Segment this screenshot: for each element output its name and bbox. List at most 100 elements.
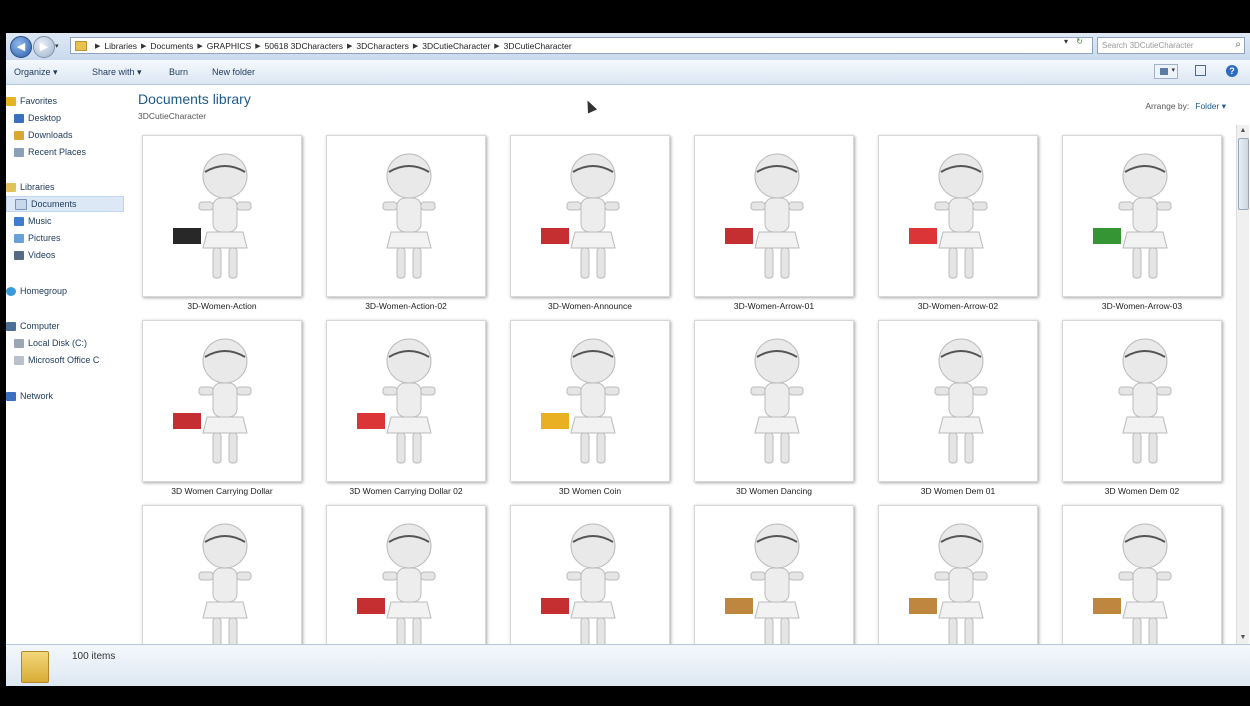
arrange-dropdown[interactable]: Folder ▾ <box>1195 101 1226 111</box>
file-tile[interactable]: 3D Women Dem 02 <box>1062 320 1222 500</box>
thumbnail-image <box>1062 320 1222 482</box>
chevron-right-icon[interactable]: ▶ <box>494 42 499 50</box>
chevron-right-icon[interactable]: ▶ <box>413 42 418 50</box>
prop-shape <box>541 228 569 244</box>
desktop-icon <box>14 113 24 123</box>
nav-libraries[interactable]: Libraries <box>6 179 124 195</box>
file-tile[interactable]: 3D-Women-Announce <box>510 135 670 315</box>
address-bar-area: ◀ ▶ ▾ ▶ Libraries ▶ Documents ▶ GRAPHICS… <box>6 33 1250 61</box>
file-tile[interactable]: 3D-Women-Arrow-01 <box>694 135 854 315</box>
file-tile[interactable] <box>326 505 486 644</box>
breadcrumb-3dcutiecharacter[interactable]: 3DCutieCharacter <box>422 41 490 51</box>
file-tile[interactable]: 3D Women Dem 01 <box>878 320 1038 500</box>
search-input[interactable]: Search 3DCutieCharacter ⌕ <box>1097 37 1245 54</box>
breadcrumb-3dcharacters[interactable]: 3DCharacters <box>356 41 408 51</box>
thumbnail-image <box>326 505 486 644</box>
scroll-up-icon[interactable]: ▲ <box>1237 125 1249 137</box>
file-tile[interactable] <box>1062 505 1222 644</box>
history-dropdown-icon[interactable]: ▾ <box>1064 37 1068 46</box>
thumbnail-image <box>142 135 302 297</box>
breadcrumb-libraries[interactable]: Libraries <box>104 41 137 51</box>
prop-shape <box>1093 228 1121 244</box>
thumbnail-image <box>510 505 670 644</box>
prop-shape <box>173 228 201 244</box>
prop-shape <box>541 413 569 429</box>
chevron-right-icon[interactable]: ▶ <box>347 42 352 50</box>
file-name: 3D-Women-Announce <box>548 301 632 311</box>
file-tile[interactable]: 3D Women Dancing <box>694 320 854 500</box>
file-tile[interactable] <box>510 505 670 644</box>
explorer-window: ◀ ▶ ▾ ▶ Libraries ▶ Documents ▶ GRAPHICS… <box>6 33 1250 686</box>
nav-network[interactable]: Network <box>6 388 124 404</box>
homegroup-icon <box>6 286 16 296</box>
nav-computer[interactable]: Computer <box>6 318 124 334</box>
file-tile[interactable] <box>878 505 1038 644</box>
thumbnail-image <box>878 135 1038 297</box>
thumbnail-image <box>510 320 670 482</box>
burn-button[interactable]: Burn <box>169 67 188 77</box>
share-with-button[interactable]: Share with ▾ <box>92 67 142 78</box>
new-folder-button[interactable]: New folder <box>212 67 255 77</box>
chevron-right-icon[interactable]: ▶ <box>141 42 146 50</box>
nav-music[interactable]: Music <box>6 213 124 229</box>
videos-icon <box>14 250 24 260</box>
view-icon <box>1160 68 1168 75</box>
file-list-pane: Documents library 3DCutieCharacter Arran… <box>134 85 1236 644</box>
file-tile[interactable]: 3D-Women-Arrow-03 <box>1062 135 1222 315</box>
file-name: 3D Women Dem 02 <box>1104 486 1180 496</box>
thumbnail-image <box>326 320 486 482</box>
nav-office-drive[interactable]: Microsoft Office C <box>6 352 124 368</box>
back-button[interactable]: ◀ <box>10 36 32 58</box>
scroll-down-icon[interactable]: ▼ <box>1237 632 1249 644</box>
downloads-icon <box>14 130 24 140</box>
file-tile[interactable]: 3D-Women-Arrow-02 <box>878 135 1038 315</box>
nav-desktop[interactable]: Desktop <box>6 110 124 126</box>
help-icon[interactable]: ? <box>1226 65 1238 77</box>
prop-shape <box>1093 598 1121 614</box>
scroll-thumb[interactable] <box>1238 138 1249 210</box>
prop-shape <box>541 598 569 614</box>
nav-homegroup[interactable]: Homegroup <box>6 283 124 299</box>
file-tile[interactable] <box>142 505 302 644</box>
search-icon[interactable]: ⌕ <box>1235 39 1241 50</box>
forward-button[interactable]: ▶ <box>33 36 55 58</box>
file-name: 3D-Women-Arrow-01 <box>733 301 815 311</box>
organize-button[interactable]: Organize ▾ <box>14 67 58 78</box>
change-view-button[interactable]: ▾ <box>1154 64 1178 79</box>
vertical-scrollbar[interactable]: ▲ ▼ <box>1236 125 1249 644</box>
address-field[interactable]: ▶ Libraries ▶ Documents ▶ GRAPHICS ▶ 506… <box>70 37 1093 54</box>
file-tile[interactable]: 3D Women Carrying Dollar <box>142 320 302 500</box>
nav-videos[interactable]: Videos <box>6 247 124 263</box>
file-tile[interactable]: 3D Women Carrying Dollar 02 <box>326 320 486 500</box>
recent-pages-chevron-icon[interactable]: ▾ <box>55 42 59 50</box>
chevron-right-icon[interactable]: ▶ <box>197 42 202 50</box>
breadcrumb-3dcharacters-pack[interactable]: 50618 3DCharacters <box>265 41 343 51</box>
chevron-right-icon[interactable]: ▶ <box>255 42 260 50</box>
nav-favorites[interactable]: Favorites <box>6 93 124 109</box>
file-name: 3D Women Carrying Dollar <box>171 486 273 496</box>
breadcrumb-3dcutiecharacter-current[interactable]: 3DCutieCharacter <box>504 41 572 51</box>
chevron-right-icon[interactable]: ▶ <box>95 42 100 50</box>
file-tile[interactable] <box>694 505 854 644</box>
breadcrumb-documents[interactable]: Documents <box>150 41 193 51</box>
pictures-icon <box>14 233 24 243</box>
music-icon <box>14 216 24 226</box>
nav-pictures[interactable]: Pictures <box>6 230 124 246</box>
refresh-icon[interactable]: ↻ <box>1076 37 1083 46</box>
address-controls: ▾ ↻ <box>1064 37 1083 46</box>
breadcrumb-graphics[interactable]: GRAPHICS <box>207 41 251 51</box>
file-tile[interactable]: 3D-Women-Action <box>142 135 302 315</box>
preview-pane-icon[interactable] <box>1195 65 1206 76</box>
nav-documents[interactable]: Documents <box>6 196 124 212</box>
arrange-by: Arrange by: Folder ▾ <box>1145 101 1226 112</box>
nav-downloads[interactable]: Downloads <box>6 127 124 143</box>
thumbnail-image <box>694 135 854 297</box>
star-icon <box>6 96 16 106</box>
file-tile[interactable]: 3D-Women-Action-02 <box>326 135 486 315</box>
nav-local-disk[interactable]: Local Disk (C:) <box>6 335 124 351</box>
prop-shape <box>357 598 385 614</box>
nav-recent-places[interactable]: Recent Places <box>6 144 124 160</box>
nav-label: Microsoft Office C <box>28 355 100 365</box>
thumbnail-image <box>510 135 670 297</box>
file-tile[interactable]: 3D Women Coin <box>510 320 670 500</box>
